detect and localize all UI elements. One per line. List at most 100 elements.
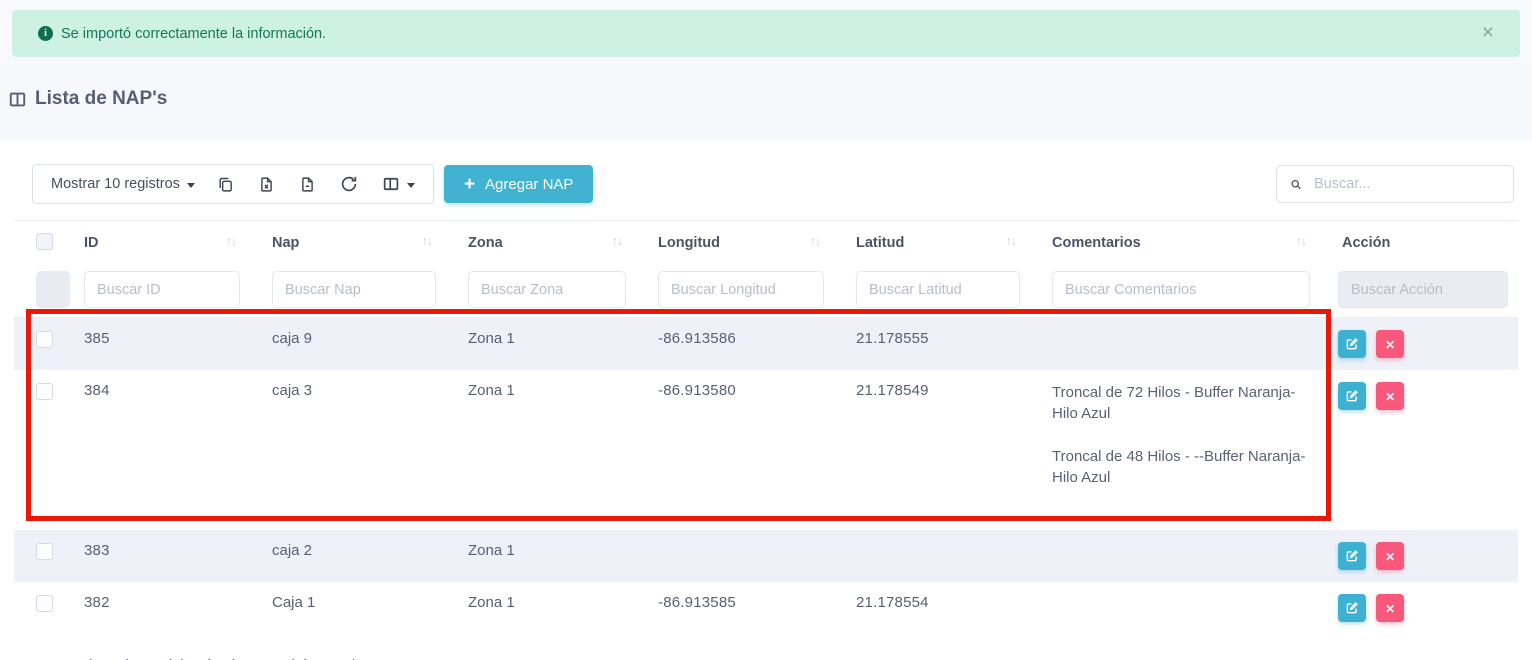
table-row: 383 caja 2 Zona 1	[14, 530, 1518, 582]
cell-actions	[1320, 318, 1518, 371]
edit-button[interactable]	[1338, 330, 1366, 358]
sort-icon	[226, 234, 236, 248]
row-checkbox[interactable]	[36, 543, 53, 560]
filter-latitud-input[interactable]	[856, 271, 1020, 308]
delete-button[interactable]	[1376, 594, 1404, 622]
x-icon	[1385, 549, 1395, 564]
filter-accion-input	[1338, 271, 1508, 308]
column-visibility-icon	[382, 175, 400, 193]
export-file-button[interactable]	[287, 168, 328, 201]
delete-button[interactable]	[1376, 382, 1404, 410]
cell-longitud: -86.913586	[636, 318, 834, 371]
sort-icon	[612, 234, 622, 248]
sort-icon	[1296, 234, 1306, 248]
filter-longitud-input[interactable]	[658, 271, 824, 308]
cell-comentarios: Troncal de 72 Hilos - Buffer Naranja- Hi…	[1030, 370, 1320, 530]
edit-pencil-icon	[1345, 389, 1359, 403]
refresh-icon	[340, 175, 358, 193]
copy-button[interactable]	[205, 168, 246, 201]
filter-nap-input[interactable]	[272, 271, 436, 308]
info-circle-icon	[38, 26, 53, 41]
cell-id: 384	[62, 370, 250, 530]
file-excel-icon	[258, 176, 275, 193]
global-search	[1276, 165, 1514, 203]
table-row: 385 caja 9 Zona 1 -86.913586 21.178555	[14, 318, 1518, 371]
x-icon	[1385, 601, 1395, 616]
x-icon	[1385, 337, 1395, 352]
add-nap-button[interactable]: Agregar NAP	[444, 165, 593, 203]
row-checkbox[interactable]	[36, 383, 53, 400]
filter-zona-input[interactable]	[468, 271, 626, 308]
success-alert: Se importó correctamente la información.	[12, 10, 1520, 57]
cell-latitud: 21.178555	[834, 318, 1030, 371]
cell-actions	[1320, 582, 1518, 634]
copy-pages-icon	[217, 176, 234, 193]
cell-zona: Zona 1	[446, 582, 636, 634]
filter-blank-cell	[14, 264, 62, 318]
table-toolbar: Mostrar 10 registros	[32, 164, 1514, 204]
column-header-zona[interactable]: Zona	[446, 221, 636, 265]
select-all-checkbox[interactable]	[36, 233, 53, 250]
column-header-latitud[interactable]: Latitud	[834, 221, 1030, 265]
sort-icon	[422, 234, 432, 248]
cell-longitud: -86.913585	[636, 582, 834, 634]
cell-latitud: 21.178554	[834, 582, 1030, 634]
table-row: 382 Caja 1 Zona 1 -86.913585 21.178554	[14, 582, 1518, 634]
alert-message: Se importó correctamente la información.	[61, 26, 326, 42]
delete-button[interactable]	[1376, 542, 1404, 570]
cell-comentarios	[1030, 318, 1320, 371]
cell-latitud	[834, 530, 1030, 582]
column-header-accion: Acción	[1320, 221, 1518, 265]
column-header-longitud[interactable]: Longitud	[636, 221, 834, 265]
cell-longitud: -86.913580	[636, 370, 834, 530]
edit-button[interactable]	[1338, 542, 1366, 570]
select-all-cell	[14, 221, 62, 265]
toolbar-button-group: Mostrar 10 registros	[32, 164, 434, 204]
sort-icon	[1006, 234, 1016, 248]
cell-zona: Zona 1	[446, 530, 636, 582]
cell-zona: Zona 1	[446, 370, 636, 530]
column-header-id[interactable]: ID	[62, 221, 250, 265]
column-header-nap[interactable]: Nap	[250, 221, 446, 265]
chevron-down-icon	[187, 183, 195, 188]
search-icon	[1290, 176, 1302, 193]
export-excel-button[interactable]	[246, 168, 287, 201]
row-checkbox[interactable]	[36, 331, 53, 348]
cell-nap: caja 3	[250, 370, 446, 530]
edit-button[interactable]	[1338, 382, 1366, 410]
cell-id: 383	[62, 530, 250, 582]
alert-close-icon[interactable]	[1478, 22, 1498, 43]
table-row: 384 caja 3 Zona 1 -86.913580 21.178549 T…	[14, 370, 1518, 530]
page-title: Lista de NAP's	[8, 88, 167, 110]
comment-line: Troncal de 72 Hilos - Buffer Naranja- Hi…	[1052, 382, 1310, 424]
file-lines-icon	[299, 176, 316, 193]
plus-icon	[464, 175, 475, 194]
cell-nap: caja 2	[250, 530, 446, 582]
column-header-comentarios[interactable]: Comentarios	[1030, 221, 1320, 265]
filter-id-input[interactable]	[84, 271, 240, 308]
filter-comentarios-input[interactable]	[1052, 271, 1310, 308]
edit-pencil-icon	[1345, 337, 1359, 351]
cell-nap: Caja 1	[250, 582, 446, 634]
column-visibility-button[interactable]	[370, 167, 427, 201]
row-checkbox[interactable]	[36, 595, 53, 612]
delete-button[interactable]	[1376, 330, 1404, 358]
cell-actions	[1320, 370, 1518, 530]
table-columns-icon	[8, 90, 27, 109]
edit-button[interactable]	[1338, 594, 1366, 622]
cell-zona: Zona 1	[446, 318, 636, 371]
sort-icon	[810, 234, 820, 248]
show-entries-dropdown[interactable]: Mostrar 10 registros	[39, 168, 205, 200]
cell-nap: caja 9	[250, 318, 446, 371]
cell-comentarios	[1030, 530, 1320, 582]
chevron-down-icon	[407, 183, 415, 188]
cell-actions	[1320, 530, 1518, 582]
refresh-button[interactable]	[328, 167, 370, 201]
edit-pencil-icon	[1345, 601, 1359, 615]
search-input[interactable]	[1312, 175, 1503, 193]
cell-comentarios	[1030, 582, 1320, 634]
edit-pencil-icon	[1345, 549, 1359, 563]
x-icon	[1385, 389, 1395, 404]
comment-line: Troncal de 48 Hilos - --Buffer Naranja- …	[1052, 446, 1310, 488]
cell-id: 385	[62, 318, 250, 371]
